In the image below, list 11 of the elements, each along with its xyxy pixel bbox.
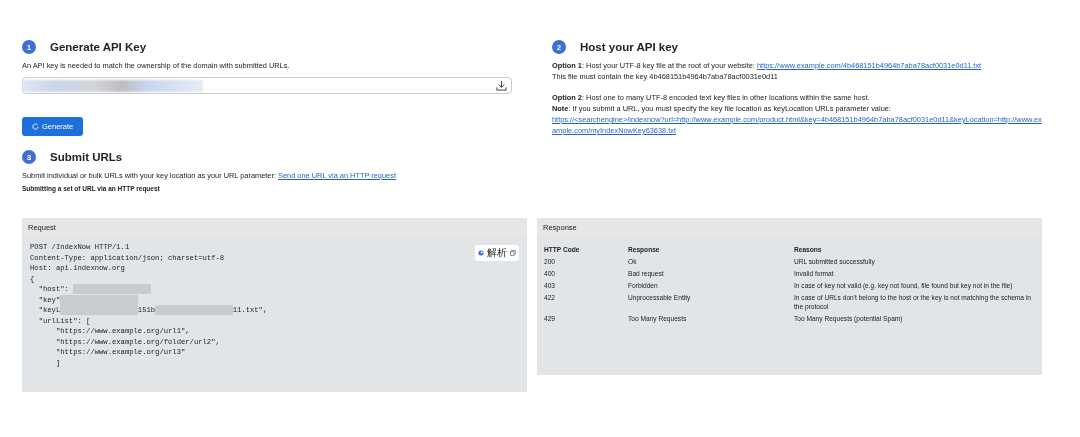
section-title: Submit URLs: [50, 151, 123, 163]
api-key-field[interactable]: [22, 77, 512, 94]
section-title: Generate API Key: [50, 41, 147, 53]
download-icon[interactable]: [496, 80, 507, 91]
section-title: Host your API key: [580, 41, 678, 53]
copy-icon[interactable]: [510, 250, 516, 256]
step-number: 2: [552, 40, 566, 54]
step-number: 1: [22, 40, 36, 54]
step-number: 3: [22, 150, 36, 164]
parse-button[interactable]: 解析: [487, 246, 507, 260]
refresh-icon: [32, 123, 39, 130]
